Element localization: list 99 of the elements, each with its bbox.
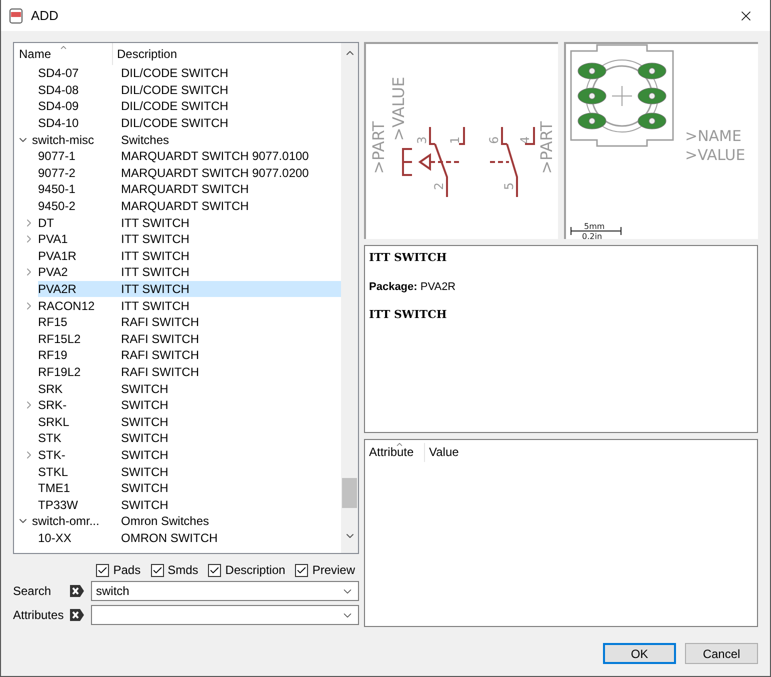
description-cell-text: SWITCH	[120, 464, 170, 480]
checkbox-label[interactable]: Smds	[168, 561, 198, 579]
checkbox-label[interactable]: Pads	[113, 561, 141, 579]
tree-item[interactable]: RF19L2	[38, 364, 117, 380]
description-cell-text: DIL/CODE SWITCH	[120, 65, 230, 82]
tree-item[interactable]: switch-omr...	[32, 513, 117, 530]
tree-item[interactable]: STK-	[38, 446, 117, 464]
pin-number: 6	[487, 136, 501, 144]
dialog-button[interactable]: OK	[603, 643, 676, 664]
description-cell-text: OMRON SWITCH	[120, 530, 219, 546]
tree-item[interactable]: 9077-2	[38, 164, 117, 182]
checkbox[interactable]	[96, 564, 110, 576]
description-cell-text: Omron Switches	[120, 513, 210, 530]
attributes-label: Attributes	[13, 607, 63, 624]
description-text: ITT SWITCH	[369, 307, 448, 323]
tree-item[interactable]: 10-XX	[38, 530, 117, 546]
scroll-thumb[interactable]	[342, 478, 357, 508]
tree-item[interactable]: SD4-08	[38, 82, 117, 98]
tree-item[interactable]: SD4-09	[38, 98, 117, 115]
tree-item[interactable]: SRKL	[38, 413, 117, 430]
tree-item[interactable]: RACON12	[38, 297, 117, 314]
column-header[interactable]: Value	[425, 443, 459, 462]
scale-label: 5mm	[584, 222, 605, 231]
description-cell-text: MARQUARDT SWITCH	[120, 198, 250, 214]
search-label: Search	[13, 583, 52, 600]
description-cell-text: ITT SWITCH	[120, 298, 190, 314]
column-header[interactable]: Attribute	[365, 443, 425, 462]
description-title: ITT SWITCH	[369, 250, 448, 266]
description-cell-text: MARQUARDT SWITCH	[120, 181, 250, 198]
description-cell-text: SWITCH	[120, 430, 170, 447]
tree-item[interactable]: SD4-10	[38, 114, 117, 132]
checkbox[interactable]	[295, 564, 308, 576]
tree-item[interactable]: SRK	[38, 380, 117, 397]
checkbox-label[interactable]: Preview	[312, 561, 355, 579]
pin-number: 2	[432, 182, 446, 190]
description-cell-text: ITT SWITCH	[120, 248, 190, 264]
tree-item[interactable]: PVA1	[38, 230, 117, 248]
pin-number: 1	[448, 136, 462, 144]
description-cell-text: Switches	[120, 132, 170, 148]
description-cell-text: ITT SWITCH	[120, 214, 190, 231]
pin-number: 3	[415, 136, 429, 144]
description-cell-text: SWITCH	[120, 446, 170, 464]
tree-item[interactable]: switch-misc	[32, 131, 117, 148]
part-label: >PART	[537, 121, 556, 174]
description-cell-text: DIL/CODE SWITCH	[120, 115, 230, 132]
description-cell-text: RAFI SWITCH	[120, 364, 200, 380]
description-cell-text: SWITCH	[120, 414, 170, 430]
tree-item[interactable]: SD4-07	[38, 65, 117, 82]
pin-number: 4	[518, 136, 532, 144]
description-cell: ITT SWITCH	[117, 280, 341, 298]
description-cell-text: RAFI SWITCH	[120, 347, 200, 364]
app-icon	[9, 8, 23, 24]
window-title: ADD	[31, 6, 60, 25]
description-cell-text: SWITCH	[120, 397, 170, 414]
description-cell-text: SWITCH	[120, 480, 170, 496]
search-field[interactable]: switch	[91, 581, 359, 601]
tree-item[interactable]: TP33W	[38, 496, 117, 514]
tree-item[interactable]: STK	[38, 430, 117, 447]
tree-item[interactable]: 9077-1	[38, 148, 117, 165]
tree-item[interactable]: 9450-2	[38, 198, 117, 214]
description-cell-text: DIL/CODE SWITCH	[120, 98, 230, 115]
description-cell-text: ITT SWITCH	[120, 264, 190, 281]
description-cell-text: DIL/CODE SWITCH	[120, 82, 230, 98]
description-cell-text: RAFI SWITCH	[120, 314, 200, 330]
tree-item[interactable]: TME1	[38, 480, 117, 496]
description-cell-text: SWITCH	[120, 380, 170, 397]
tree-item[interactable]: PVA1R	[38, 248, 117, 264]
checkbox[interactable]	[150, 564, 164, 576]
dialog-button[interactable]: Cancel	[685, 643, 758, 664]
description-cell-text: MARQUARDT SWITCH 9077.0100	[120, 148, 310, 165]
sort-caret-icon	[59, 43, 68, 52]
part-label: >PART	[369, 121, 388, 174]
checkbox[interactable]	[208, 564, 222, 576]
tree-item[interactable]: DT	[38, 214, 117, 231]
description-cell-text: RAFI SWITCH	[120, 330, 200, 348]
checkbox-label[interactable]: Description	[225, 561, 286, 579]
column-header[interactable]: Description	[113, 43, 341, 65]
value-label: >VALUE	[389, 76, 408, 141]
attributes-field[interactable]	[91, 605, 359, 625]
description-cell-text: SWITCH	[120, 496, 170, 514]
column-header[interactable]: Name	[14, 43, 113, 65]
tree-item[interactable]: SRK-	[38, 396, 117, 414]
value-label: >VALUE	[685, 146, 746, 164]
pin-number: 5	[502, 182, 516, 190]
tree-item[interactable]: STKL	[38, 463, 117, 480]
tree-item[interactable]: RF15	[38, 314, 117, 330]
description-cell-text: MARQUARDT SWITCH 9077.0200	[120, 164, 310, 182]
scale-label: 0.2in	[582, 232, 602, 239]
clear-icon[interactable]	[69, 608, 85, 622]
tree-item[interactable]: RF19	[38, 347, 117, 364]
clear-icon[interactable]	[69, 584, 85, 598]
tree-item[interactable]: PVA2R	[38, 280, 117, 298]
tree-item[interactable]: RF15L2	[38, 330, 117, 348]
package-text: Package: PVA2R	[369, 280, 457, 294]
tree-item[interactable]: PVA2	[38, 264, 117, 281]
description-cell-text: ITT SWITCH	[120, 231, 190, 248]
scrollbar[interactable]	[341, 43, 358, 553]
name-label: >NAME	[685, 127, 742, 145]
tree-item[interactable]: 9450-1	[38, 181, 117, 198]
